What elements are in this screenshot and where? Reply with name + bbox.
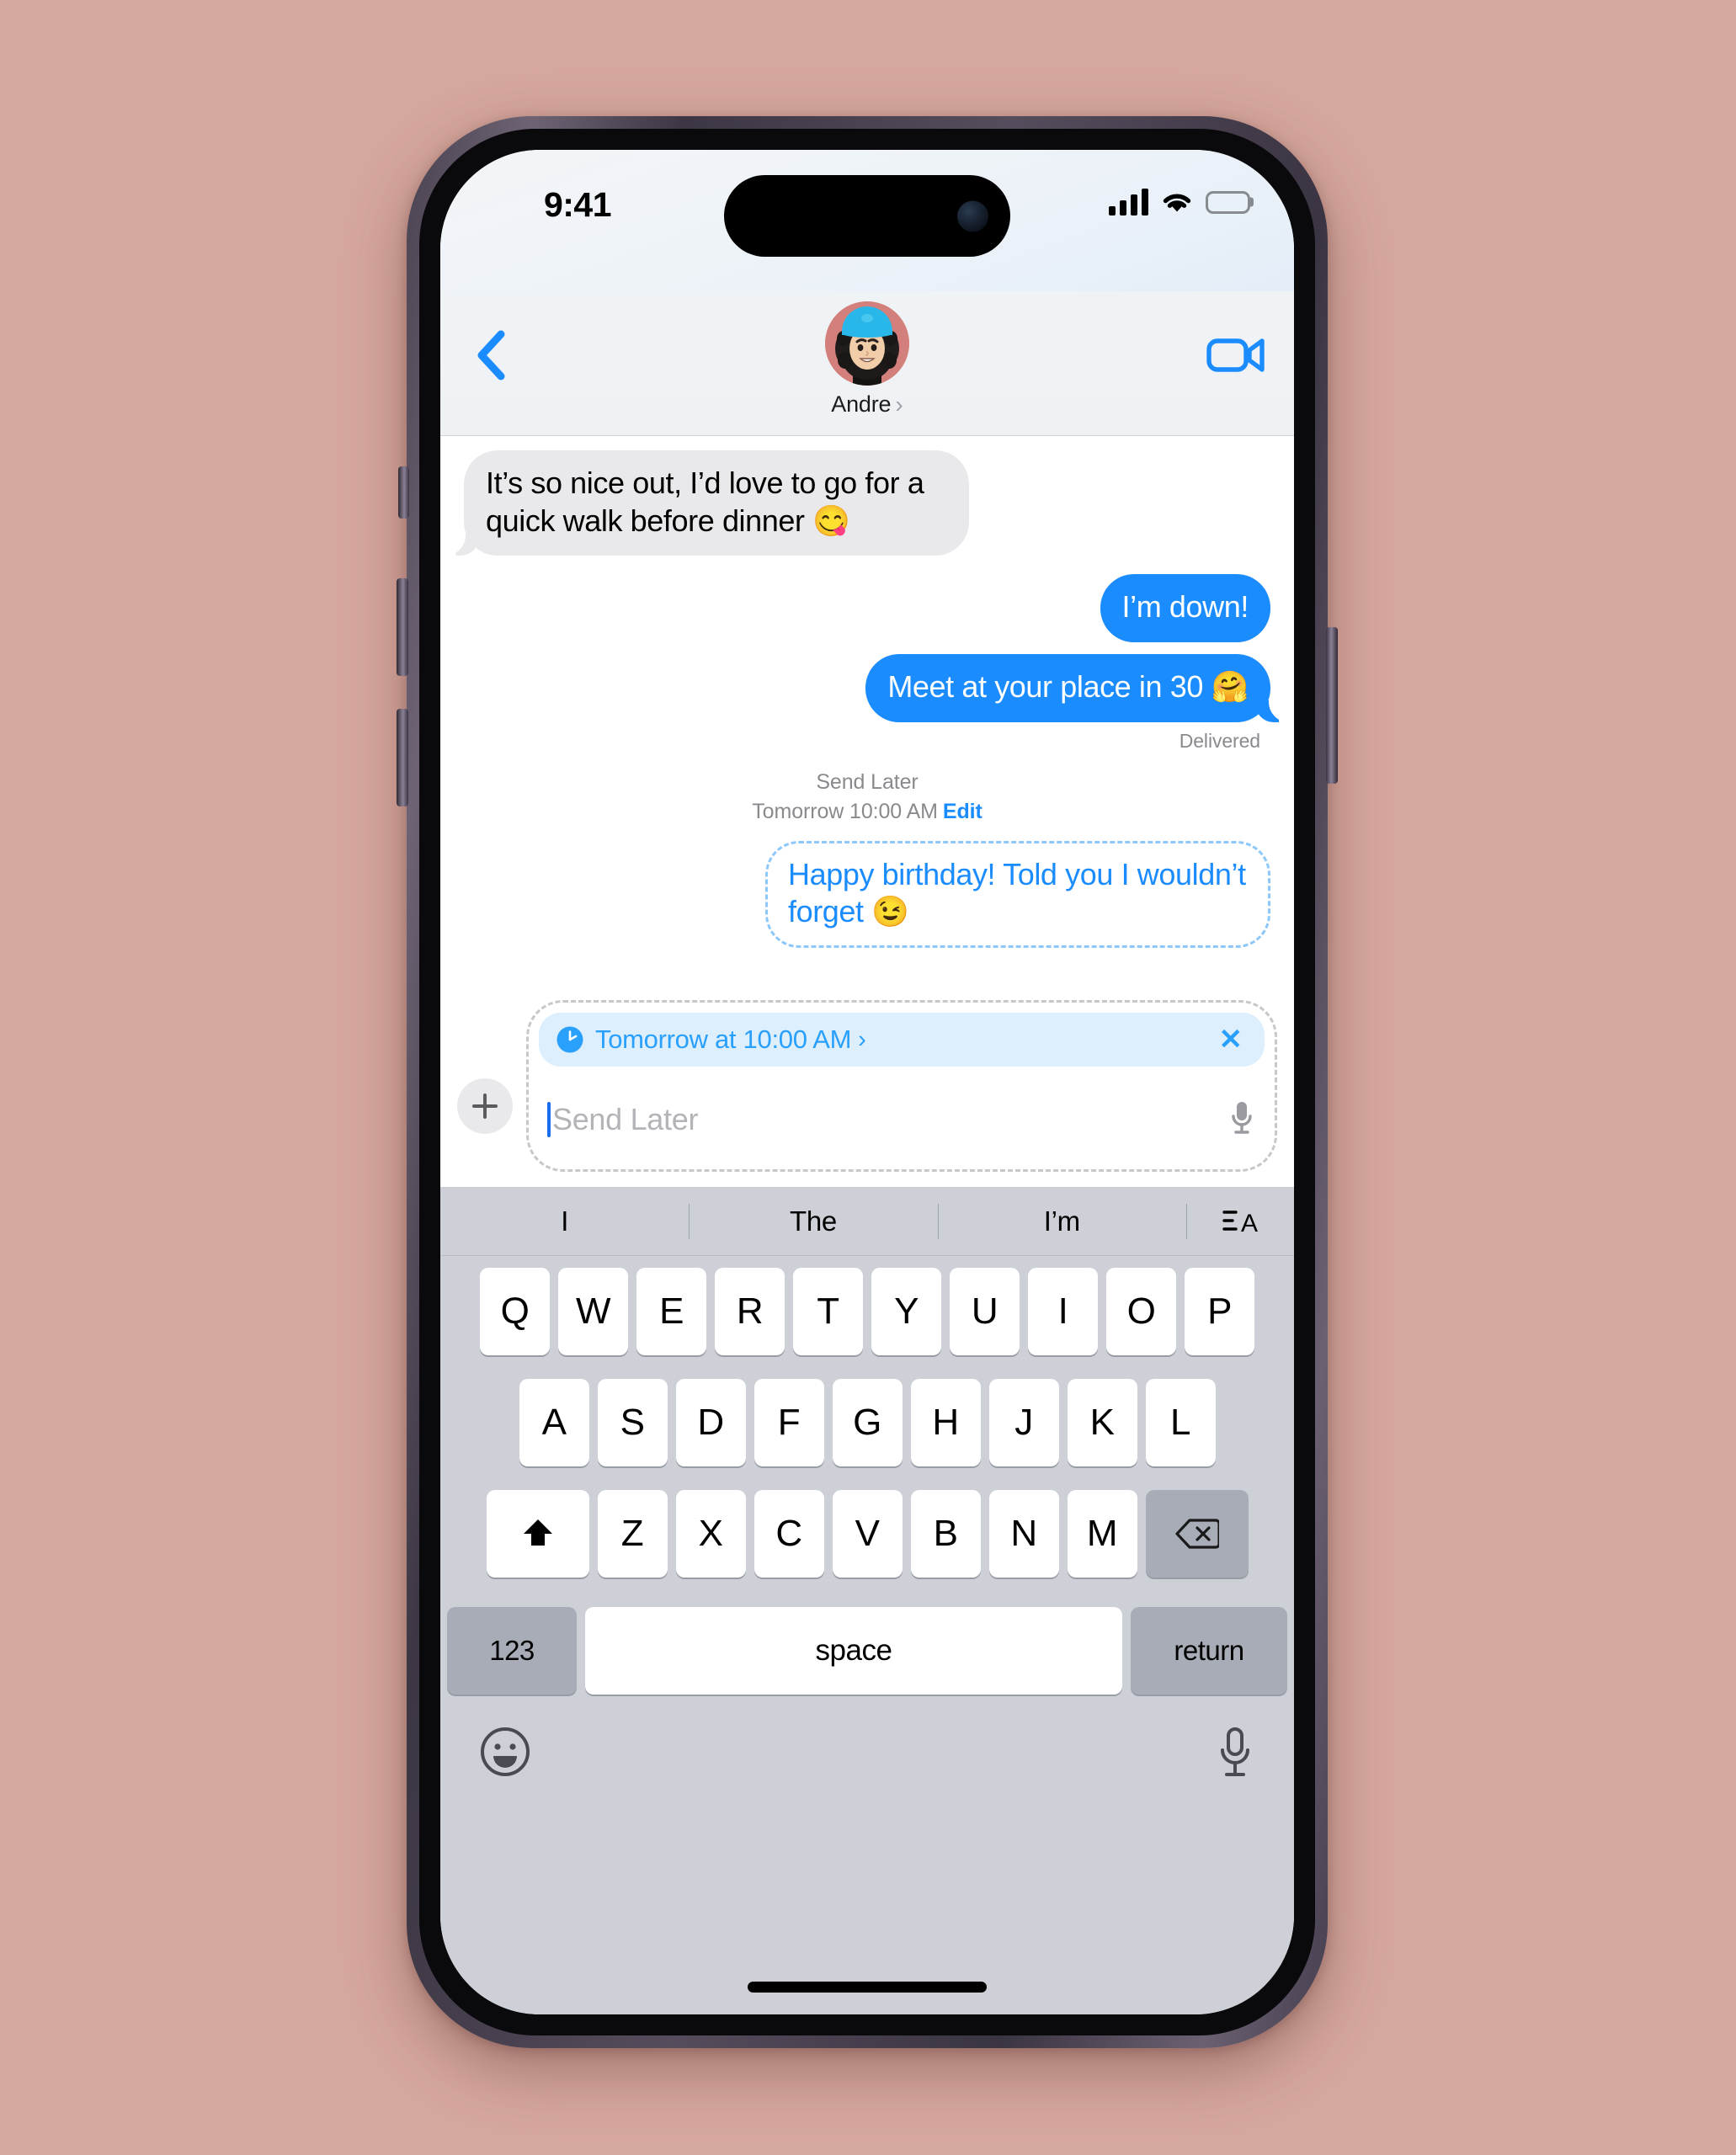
prediction-candidate[interactable]: The: [689, 1205, 937, 1237]
compose-box[interactable]: Tomorrow at 10:00 AM › ✕ Send Later: [526, 1000, 1277, 1172]
return-key[interactable]: return: [1131, 1607, 1287, 1695]
cellular-signal-icon: [1109, 189, 1148, 216]
message-row-outgoing: I’m down!: [459, 574, 1275, 642]
keyboard-row-3[interactable]: Z X C V B N M: [440, 1478, 1294, 1589]
backspace-delete-icon[interactable]: [1145, 1490, 1249, 1578]
schedule-chip-label: Tomorrow at 10:00 AM: [595, 1024, 852, 1054]
text-caret: [547, 1102, 551, 1137]
send-later-time-row: Tomorrow 10:00 AM Edit: [459, 797, 1275, 827]
prediction-candidate[interactable]: I’m: [938, 1205, 1186, 1237]
key-y[interactable]: Y: [871, 1268, 941, 1355]
contact-chevron-icon: ›: [895, 391, 903, 418]
scheduled-message-bubble[interactable]: Happy birthday! Told you I wouldn’t forg…: [765, 840, 1270, 948]
key-r[interactable]: R: [715, 1268, 785, 1355]
key-i[interactable]: I: [1028, 1268, 1098, 1355]
message-bubble-incoming[interactable]: It’s so nice out, I’d love to go for a q…: [444, 450, 969, 556]
schedule-chip[interactable]: Tomorrow at 10:00 AM › ✕: [539, 1013, 1265, 1067]
video-camera-icon[interactable]: [1203, 323, 1270, 387]
key-b[interactable]: B: [910, 1490, 981, 1578]
key-e[interactable]: E: [636, 1268, 706, 1355]
conversation-navbar: Andre ›: [440, 291, 1294, 436]
numeric-keyboard-button[interactable]: 123: [447, 1607, 577, 1695]
dictation-microphone-icon[interactable]: [1215, 1726, 1255, 1785]
key-g[interactable]: G: [832, 1379, 903, 1466]
back-chevron-icon[interactable]: [459, 323, 523, 387]
key-a[interactable]: A: [519, 1379, 589, 1466]
message-row-incoming: It’s so nice out, I’d love to go for a q…: [444, 450, 1275, 556]
send-later-title: Send Later: [816, 769, 919, 794]
power-button[interactable]: [1326, 627, 1338, 784]
svg-text:A: A: [1241, 1210, 1258, 1237]
scheduled-message-row: Happy birthday! Told you I wouldn’t forg…: [459, 840, 1275, 948]
microphone-icon[interactable]: [1227, 1099, 1256, 1141]
key-j[interactable]: J: [988, 1379, 1059, 1466]
status-bar: 9:41: [440, 150, 1294, 291]
keyboard-bottom-bar: [440, 1712, 1294, 2014]
key-m[interactable]: M: [1067, 1490, 1137, 1578]
space-key[interactable]: space: [585, 1607, 1122, 1695]
delivery-status-label: Delivered: [1179, 729, 1260, 752]
compose-area: Tomorrow at 10:00 AM › ✕ Send Later: [440, 988, 1294, 1187]
shift-up-arrow-icon[interactable]: [486, 1490, 589, 1578]
key-h[interactable]: H: [910, 1379, 981, 1466]
key-t[interactable]: T: [793, 1268, 863, 1355]
contact-name-label: Andre: [831, 391, 892, 417]
onscreen-keyboard[interactable]: I The I’m A Q W E R T Y U I O P A S D F …: [440, 1187, 1294, 2014]
key-n[interactable]: N: [988, 1490, 1059, 1578]
key-x[interactable]: X: [675, 1490, 746, 1578]
key-v[interactable]: V: [832, 1490, 903, 1578]
message-list[interactable]: It’s so nice out, I’d love to go for a q…: [440, 437, 1294, 988]
close-icon[interactable]: ✕: [1214, 1023, 1249, 1056]
message-row-outgoing: Meet at your place in 30 🤗: [459, 653, 1291, 722]
schedule-chip-chevron-icon[interactable]: ›: [858, 1026, 866, 1054]
phone-screen: 9:41 Andre › It’s so nice out, I’d love …: [440, 150, 1294, 2014]
silent-switch[interactable]: [398, 466, 409, 519]
keyboard-row-2[interactable]: A S D F G H J K L: [440, 1367, 1294, 1478]
home-indicator[interactable]: [748, 1982, 987, 1993]
key-q[interactable]: Q: [480, 1268, 550, 1355]
screenshot-stage: 9:41 Andre › It’s so nice out, I’d love …: [0, 0, 1736, 2155]
status-bar-indicators: [1109, 189, 1250, 216]
dynamic-island[interactable]: [724, 175, 1010, 257]
predictive-text-bar[interactable]: I The I’m A: [440, 1187, 1294, 1256]
memoji-avatar[interactable]: [825, 301, 909, 386]
send-later-time: Tomorrow 10:00 AM: [752, 800, 938, 823]
compose-input-row[interactable]: Send Later: [539, 1070, 1265, 1169]
front-camera-icon: [957, 200, 988, 231]
key-w[interactable]: W: [558, 1268, 628, 1355]
volume-up-button[interactable]: [397, 578, 408, 676]
key-s[interactable]: S: [597, 1379, 668, 1466]
volume-down-button[interactable]: [397, 709, 408, 806]
contact-header[interactable]: Andre ›: [825, 301, 909, 418]
key-p[interactable]: P: [1185, 1268, 1254, 1355]
keyboard-row-1[interactable]: Q W E R T Y U I O P: [440, 1256, 1294, 1367]
keyboard-row-4[interactable]: 123 space return: [440, 1589, 1294, 1712]
message-bubble-outgoing[interactable]: Meet at your place in 30 🤗: [865, 653, 1291, 722]
key-d[interactable]: D: [675, 1379, 746, 1466]
compose-input-placeholder[interactable]: Send Later: [552, 1102, 698, 1137]
emoji-smiley-icon[interactable]: [479, 1726, 531, 1782]
plus-icon[interactable]: [457, 1078, 513, 1134]
contact-name-row[interactable]: Andre ›: [831, 391, 903, 418]
prediction-candidate[interactable]: I: [440, 1205, 689, 1237]
key-z[interactable]: Z: [597, 1490, 668, 1578]
battery-full-icon: [1206, 190, 1250, 214]
send-later-header: Send Later Tomorrow 10:00 AM Edit: [459, 768, 1275, 827]
status-bar-clock: 9:41: [543, 185, 612, 224]
key-f[interactable]: F: [754, 1379, 824, 1466]
text-format-icon[interactable]: A: [1186, 1204, 1294, 1239]
key-c[interactable]: C: [754, 1490, 824, 1578]
key-u[interactable]: U: [950, 1268, 1020, 1355]
key-l[interactable]: L: [1145, 1379, 1216, 1466]
send-later-edit-link[interactable]: Edit: [943, 800, 982, 823]
key-o[interactable]: O: [1106, 1268, 1176, 1355]
wifi-icon: [1163, 194, 1191, 212]
key-k[interactable]: K: [1067, 1379, 1137, 1466]
clock-icon: [556, 1026, 583, 1053]
message-bubble-outgoing[interactable]: I’m down!: [1100, 574, 1270, 642]
